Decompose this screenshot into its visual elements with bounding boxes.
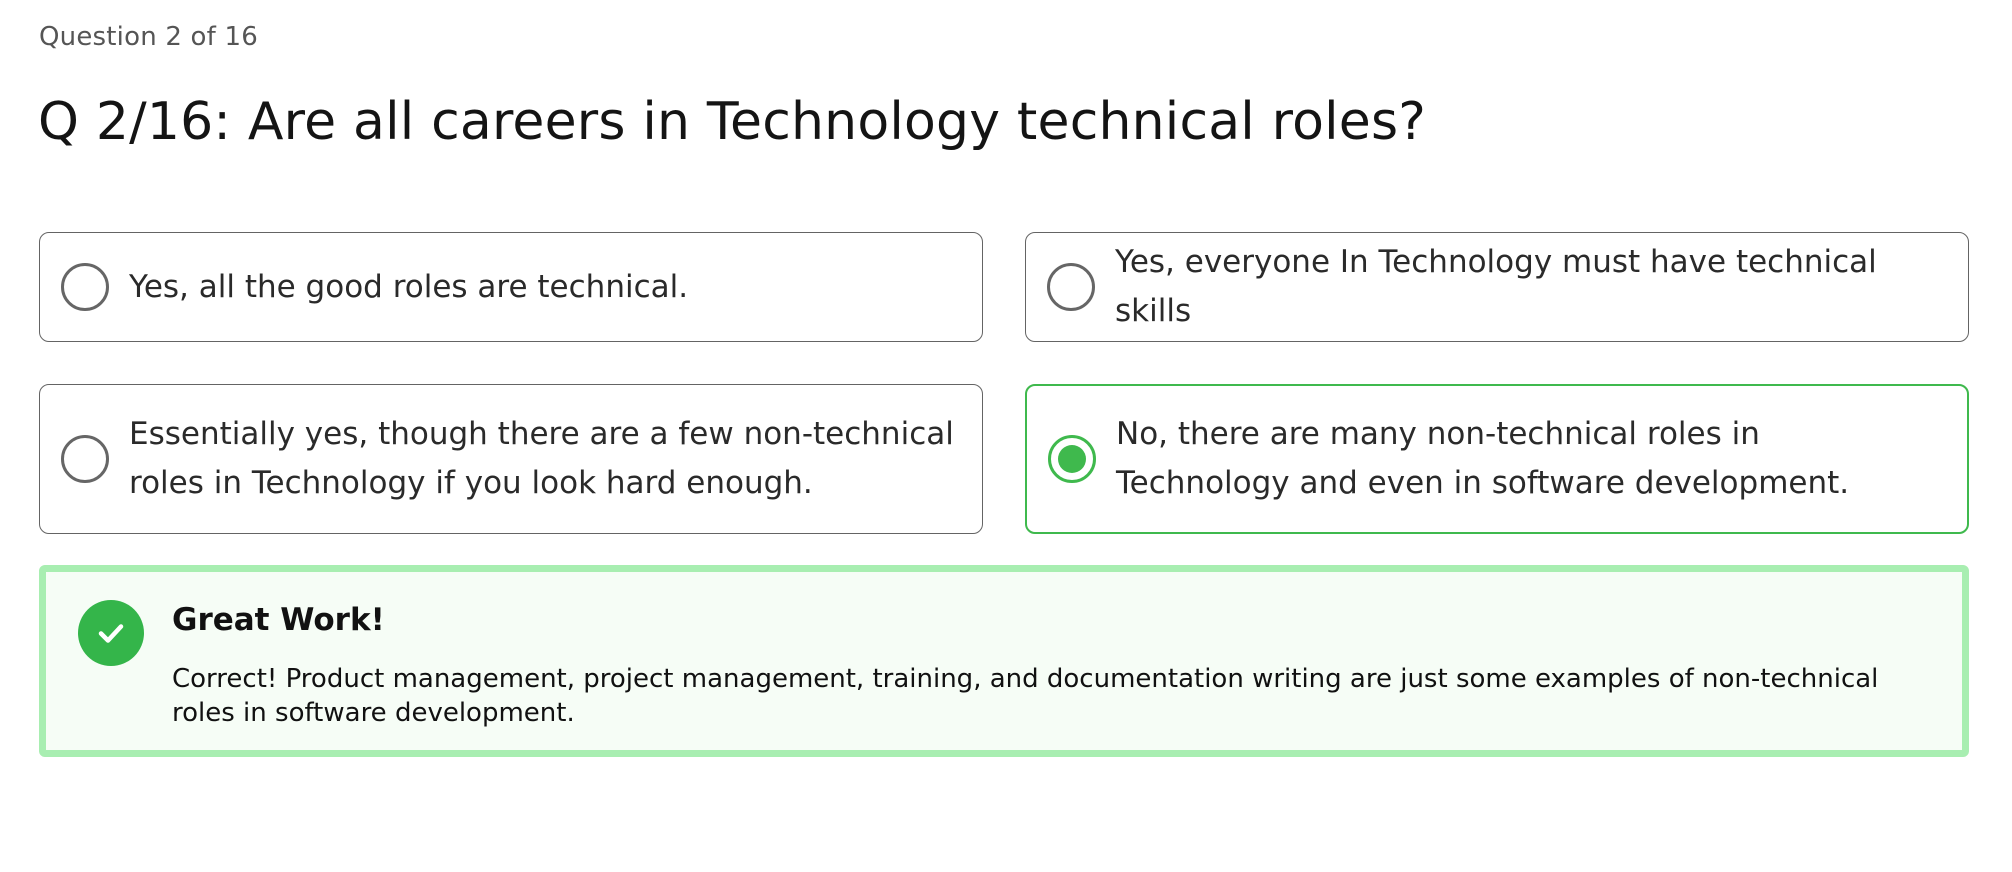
radio-button-icon[interactable] [1047, 263, 1095, 311]
radio-button-icon[interactable] [61, 263, 109, 311]
answer-option-1[interactable]: Yes, all the good roles are technical. [39, 232, 983, 342]
answer-option-label: Yes, all the good roles are technical. [129, 268, 689, 305]
answer-option-2[interactable]: Yes, everyone In Technology must have te… [1025, 232, 1969, 342]
feedback-title: Great Work! [172, 602, 385, 638]
answer-option-label: Yes, everyone In Technology must have te… [1115, 244, 1877, 329]
feedback-message: Correct! Product management, project man… [172, 664, 1879, 728]
radio-dot-icon [1058, 445, 1086, 473]
answer-option-label: Essentially yes, though there are a few … [129, 416, 954, 501]
answer-options: Yes, all the good roles are technical. Y… [39, 232, 1969, 534]
answer-option-3[interactable]: Essentially yes, though there are a few … [39, 384, 983, 534]
answer-option-label: No, there are many non-technical roles i… [1116, 416, 1850, 501]
answer-option-4[interactable]: No, there are many non-technical roles i… [1025, 384, 1969, 534]
question-progress: Question 2 of 16 [39, 22, 258, 52]
radio-button-selected-icon[interactable] [1048, 435, 1096, 483]
feedback-panel: Great Work! Correct! Product management,… [39, 565, 1969, 757]
question-title: Q 2/16: Are all careers in Technology te… [38, 92, 1427, 152]
radio-button-icon[interactable] [61, 435, 109, 483]
checkmark-icon [78, 600, 144, 666]
